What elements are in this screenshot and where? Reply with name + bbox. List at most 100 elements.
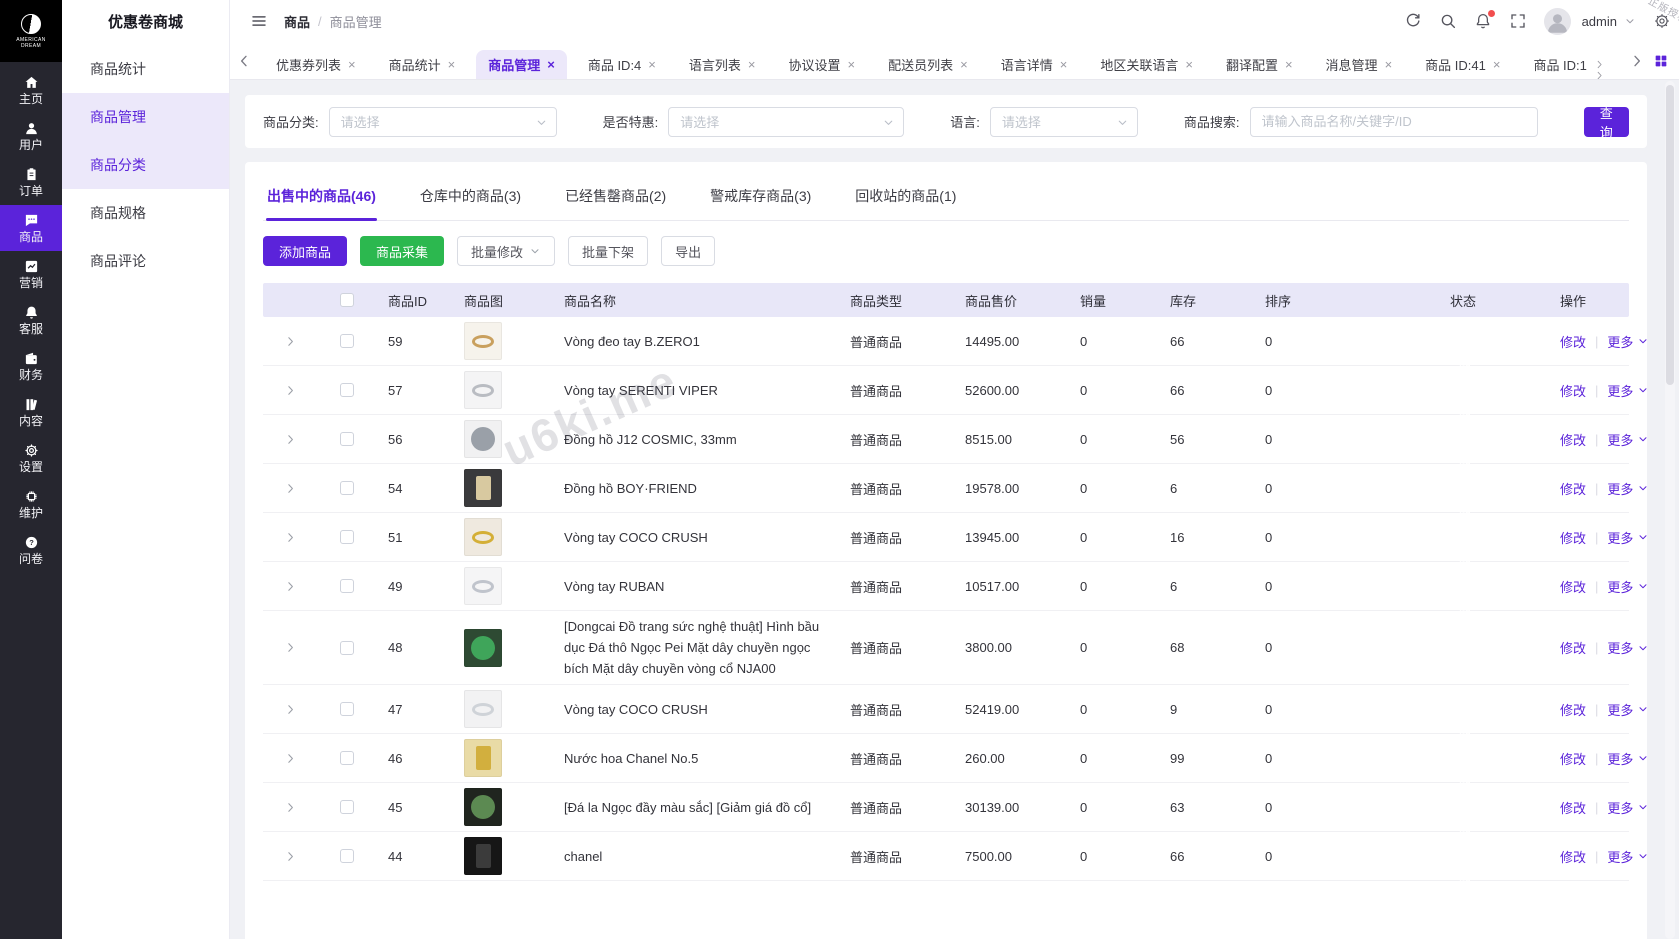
tabs-scroll-right-icon[interactable] <box>1629 53 1645 69</box>
edit-action[interactable]: 修改 <box>1560 479 1586 498</box>
search-icon[interactable] <box>1439 12 1457 30</box>
special-select[interactable]: 请选择 <box>668 106 905 137</box>
product-name[interactable]: Đồng hồ BOY·FRIEND <box>552 478 838 499</box>
product-thumb[interactable] <box>464 469 502 507</box>
edit-action[interactable]: 修改 <box>1560 638 1586 657</box>
tab-0[interactable]: 优惠券列表 × <box>264 50 368 80</box>
list-tab-2[interactable]: 已经售罄商品(2) <box>564 182 667 220</box>
row-checkbox[interactable] <box>340 530 354 544</box>
tabs-scroll-left-icon[interactable] <box>236 53 252 69</box>
close-icon[interactable]: × <box>1185 58 1193 71</box>
notifications-icon[interactable] <box>1474 10 1495 30</box>
product-name[interactable]: Vòng tay COCO CRUSH <box>552 699 838 720</box>
language-select[interactable]: 请选择 <box>989 106 1138 137</box>
edit-action[interactable]: 修改 <box>1560 577 1586 596</box>
product-name[interactable]: Nước hoa Chanel No.5 <box>552 748 838 769</box>
chevron-down-icon[interactable] <box>1624 15 1636 27</box>
rail-item-service[interactable]: 客服 <box>0 297 62 343</box>
product-thumb[interactable] <box>464 322 502 360</box>
subnav-item-2[interactable]: 商品分类 <box>62 141 229 189</box>
tab-11[interactable]: 商品 ID:41 × <box>1413 50 1512 80</box>
list-tab-0[interactable]: 出售中的商品(46) <box>266 182 377 221</box>
expand-row-icon[interactable] <box>284 531 297 544</box>
tab-2[interactable]: 商品管理 × <box>476 49 567 79</box>
query-button[interactable]: 查询 <box>1583 106 1629 140</box>
export-button[interactable]: 导出 <box>661 236 716 266</box>
tab-8[interactable]: 地区关联语言 × <box>1088 50 1205 80</box>
tab-1[interactable]: 商品统计 × <box>377 50 468 80</box>
collapse-menu-icon[interactable] <box>250 12 268 30</box>
more-action[interactable]: 更多 <box>1607 638 1633 657</box>
rail-item-home[interactable]: 主页 <box>0 67 62 113</box>
category-select[interactable]: 请选择 <box>328 106 557 137</box>
row-checkbox[interactable] <box>340 432 354 446</box>
row-checkbox[interactable] <box>340 481 354 495</box>
batch-edit-button[interactable]: 批量修改 <box>457 236 556 266</box>
avatar[interactable] <box>1543 7 1571 35</box>
subnav-item-3[interactable]: 商品规格 <box>62 189 229 237</box>
edit-action[interactable]: 修改 <box>1560 332 1586 351</box>
tabs-grid-icon[interactable] <box>1653 53 1669 69</box>
close-icon[interactable]: × <box>547 58 555 71</box>
product-thumb[interactable] <box>464 788 502 826</box>
more-action[interactable]: 更多 <box>1607 528 1633 547</box>
rail-item-survey[interactable]: ? 问卷 <box>0 527 62 573</box>
tab-6[interactable]: 配送员列表 × <box>876 50 980 80</box>
product-name[interactable]: Vòng tay COCO CRUSH <box>552 527 838 548</box>
product-thumb[interactable] <box>464 420 502 458</box>
row-checkbox[interactable] <box>340 334 354 348</box>
user-name[interactable]: admin <box>1582 14 1617 29</box>
rail-item-maintenance[interactable]: 维护 <box>0 481 62 527</box>
product-thumb[interactable] <box>464 518 502 556</box>
select-all-checkbox[interactable] <box>340 293 354 307</box>
subnav-item-1[interactable]: 商品管理 <box>62 93 229 141</box>
chevron-right-icon[interactable] <box>1594 59 1605 79</box>
tab-10[interactable]: 消息管理 × <box>1314 50 1405 80</box>
close-icon[interactable]: × <box>348 58 356 71</box>
expand-row-icon[interactable] <box>284 335 297 348</box>
product-name[interactable]: Vòng tay RUBAN <box>552 576 838 597</box>
close-icon[interactable]: × <box>960 58 968 71</box>
product-thumb[interactable] <box>464 837 502 875</box>
expand-row-icon[interactable] <box>284 850 297 863</box>
edit-action[interactable]: 修改 <box>1560 528 1586 547</box>
more-action[interactable]: 更多 <box>1607 847 1633 866</box>
tab-9[interactable]: 翻译配置 × <box>1214 50 1305 80</box>
product-thumb[interactable] <box>464 567 502 605</box>
more-action[interactable]: 更多 <box>1607 700 1633 719</box>
close-icon[interactable]: × <box>848 58 856 71</box>
subnav-item-0[interactable]: 商品统计 <box>62 45 229 93</box>
close-icon[interactable]: × <box>1493 58 1501 71</box>
more-action[interactable]: 更多 <box>1607 577 1633 596</box>
more-action[interactable]: 更多 <box>1607 332 1633 351</box>
expand-row-icon[interactable] <box>284 752 297 765</box>
product-name[interactable]: chanel <box>552 846 838 867</box>
expand-row-icon[interactable] <box>284 703 297 716</box>
search-input[interactable] <box>1249 106 1538 137</box>
edit-action[interactable]: 修改 <box>1560 700 1586 719</box>
breadcrumb-section[interactable]: 商品 <box>284 12 310 31</box>
subnav-item-4[interactable]: 商品评论 <box>62 237 229 285</box>
tab-12[interactable]: 商品 ID:1 × <box>1521 50 1616 79</box>
edit-action[interactable]: 修改 <box>1560 798 1586 817</box>
expand-row-icon[interactable] <box>284 482 297 495</box>
product-name[interactable]: [Đá la Ngọc đầy màu sắc] [Giảm giá đồ cổ… <box>552 797 838 818</box>
rail-item-order[interactable]: 订单 <box>0 159 62 205</box>
expand-row-icon[interactable] <box>284 641 297 654</box>
tab-5[interactable]: 协议设置 × <box>777 50 868 80</box>
close-icon[interactable]: × <box>748 58 756 71</box>
refresh-icon[interactable] <box>1404 12 1422 30</box>
close-icon[interactable]: × <box>1385 58 1393 71</box>
product-thumb[interactable] <box>464 628 502 667</box>
add-product-button[interactable]: 添加商品 <box>263 236 348 266</box>
tab-7[interactable]: 语言详情 × <box>989 50 1080 80</box>
more-action[interactable]: 更多 <box>1607 430 1633 449</box>
fullscreen-icon[interactable] <box>1509 12 1527 30</box>
product-name[interactable]: [Dongcai Đồ trang sức nghệ thuật] Hình b… <box>552 616 838 679</box>
edit-action[interactable]: 修改 <box>1560 430 1586 449</box>
more-action[interactable]: 更多 <box>1607 479 1633 498</box>
list-tab-4[interactable]: 回收站的商品(1) <box>854 182 957 220</box>
tab-4[interactable]: 语言列表 × <box>677 50 768 80</box>
expand-row-icon[interactable] <box>284 384 297 397</box>
rail-item-goods[interactable]: 商品 <box>0 205 62 251</box>
